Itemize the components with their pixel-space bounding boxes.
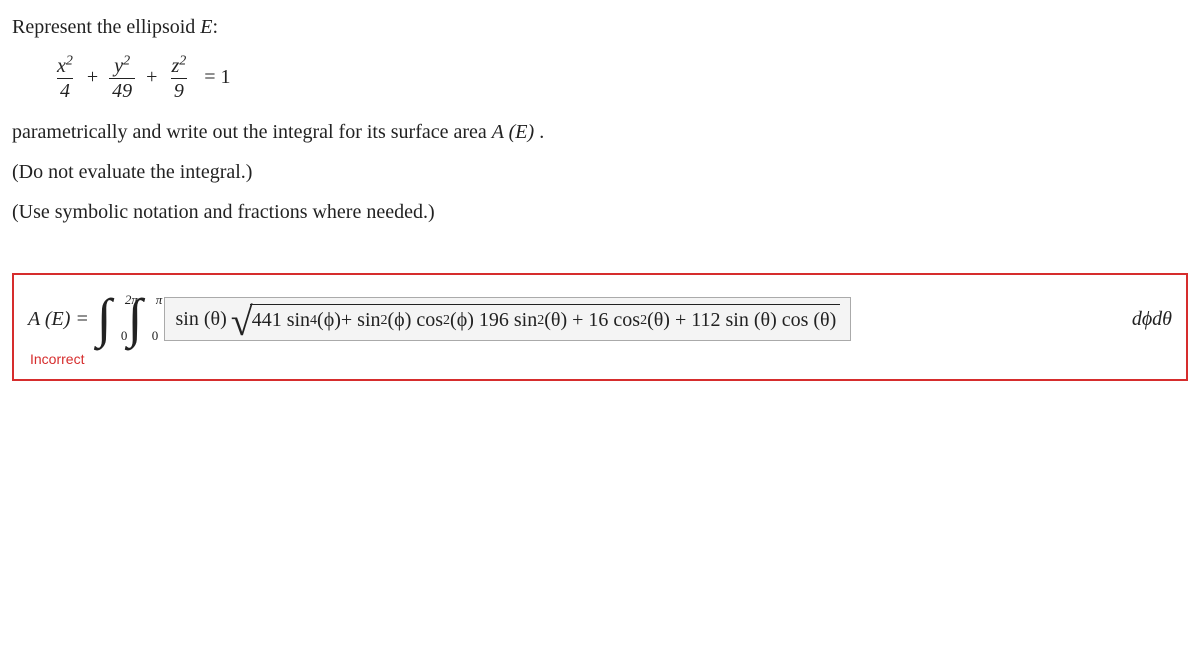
feedback-label: Incorrect <box>30 351 1172 367</box>
prompt-line-1: Represent the ellipsoid E: <box>12 14 1188 40</box>
equation-block: x2 4 + y2 49 + z2 9 = 1 <box>54 56 1188 101</box>
answer-box: A (E) = 2π ∫ 0 π ∫ 0 sin (θ) √ 441 sin4 … <box>12 273 1188 381</box>
text: (ϕ) <box>317 309 341 332</box>
outer-lower-limit: 0 <box>121 328 128 344</box>
answer-row: A (E) = 2π ∫ 0 π ∫ 0 sin (θ) √ 441 sin4 … <box>28 297 1172 341</box>
z-den: 9 <box>171 78 187 101</box>
prompt-line-3: (Do not evaluate the integral.) <box>12 159 1188 185</box>
inner-upper-limit: π <box>156 292 163 308</box>
y-var: y <box>114 55 123 77</box>
double-integral: 2π ∫ 0 π ∫ 0 <box>95 300 145 338</box>
sqrt: √ 441 sin4 (ϕ) + sin2 (ϕ) cos2 (ϕ) 196 s… <box>231 304 841 334</box>
inner-lower-limit: 0 <box>152 328 159 344</box>
area-symbol: A (E) <box>492 121 534 143</box>
differentials: dϕdθ <box>1116 308 1172 331</box>
text: . <box>534 121 544 143</box>
text: parametrically and write out the integra… <box>12 121 492 143</box>
prompt-line-4: (Use symbolic notation and fractions whe… <box>12 199 1188 225</box>
integrand-input[interactable]: sin (θ) √ 441 sin4 (ϕ) + sin2 (ϕ) cos2 (… <box>164 297 851 341</box>
text: (θ) + 112 sin (θ) cos (θ) <box>647 309 836 332</box>
prompt-line-2: parametrically and write out the integra… <box>12 119 1188 145</box>
text: sin (θ) <box>175 308 226 331</box>
integral-icon: ∫ <box>97 300 112 338</box>
text: (ϕ) cos <box>388 309 444 332</box>
ellipsoid-symbol: E <box>200 16 212 38</box>
eq-rhs: = 1 <box>194 66 230 88</box>
text: + sin <box>341 309 381 332</box>
text: 441 sin <box>252 309 310 332</box>
answer-lhs: A (E) = <box>28 308 89 331</box>
x-var: x <box>57 55 66 77</box>
text: Represent the ellipsoid <box>12 16 200 38</box>
text: : <box>213 16 219 38</box>
plus-sign: + <box>81 66 104 88</box>
text: (ϕ) 196 sin <box>450 309 537 332</box>
text: (θ) + 16 cos <box>544 309 640 332</box>
y-den: 49 <box>109 78 135 101</box>
integral-icon: ∫ <box>128 300 143 338</box>
x-den: 4 <box>57 78 73 101</box>
plus-sign: + <box>140 66 163 88</box>
